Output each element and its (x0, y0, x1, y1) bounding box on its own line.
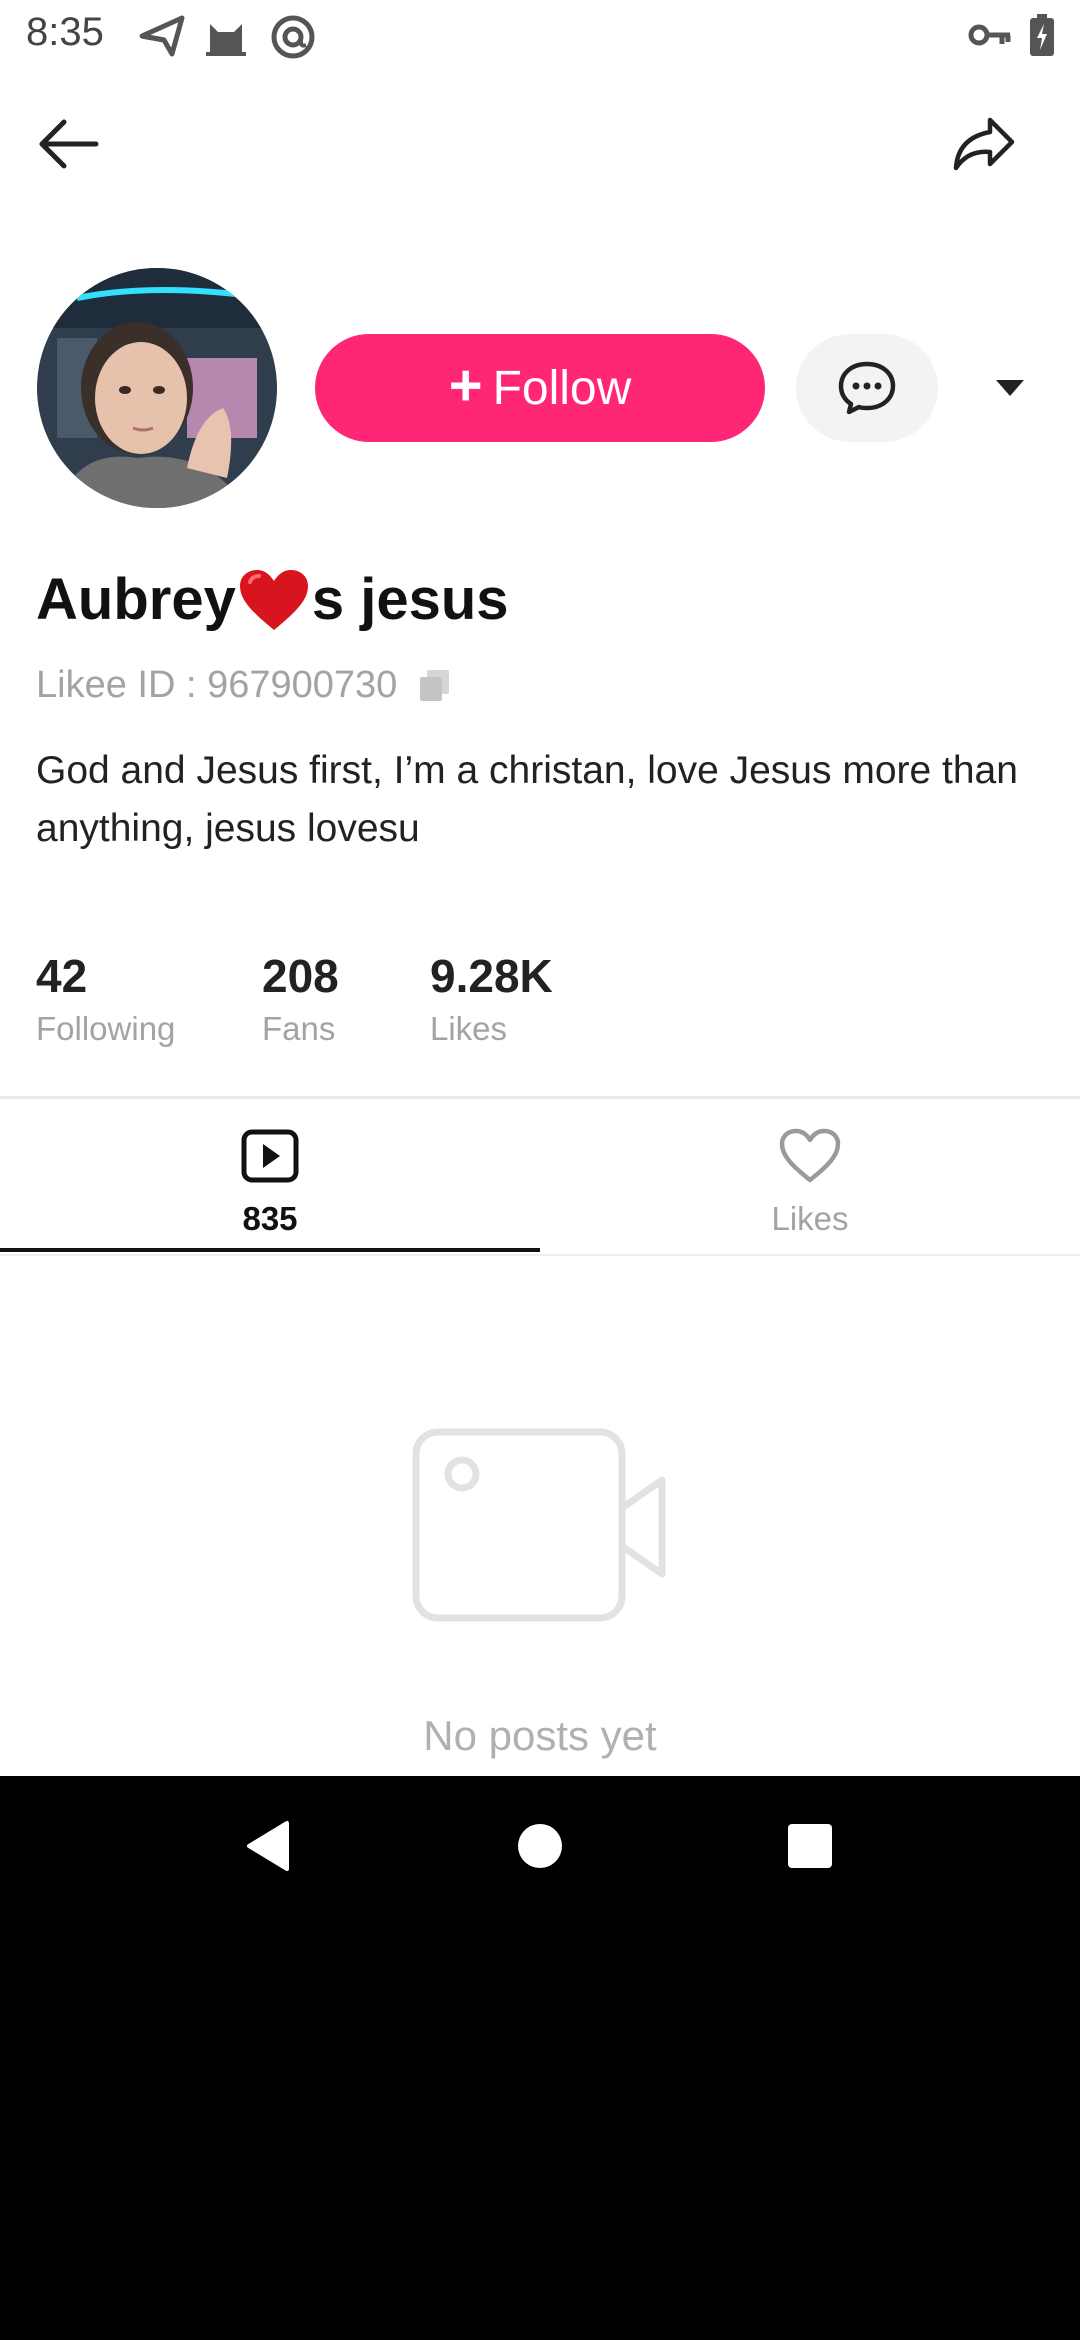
system-nav-bar (0, 1776, 1080, 1916)
tab-likes[interactable]: Likes (540, 1100, 1080, 1252)
profile-name-part2: s jesus (311, 567, 509, 632)
stat-fans[interactable]: 208 Fans (262, 948, 339, 1048)
caret-down-icon (996, 380, 1024, 396)
tab-likes-label: Likes (771, 1200, 849, 1237)
stat-label: Following (36, 1010, 176, 1047)
stat-label: Likes (430, 1010, 508, 1047)
avatar[interactable] (37, 268, 277, 508)
back-triangle-icon (247, 1821, 289, 1871)
stat-label: Fans (262, 1010, 336, 1047)
video-camera-icon (412, 1428, 666, 1622)
likee-id-text: Likee ID : 967900730 (36, 664, 398, 706)
section-divider (0, 1096, 1080, 1099)
status-time: 8:35 (26, 10, 104, 54)
profile-screen: 8:35 + Follow Aubrey s jesus Likee ID: … (0, 0, 1080, 1776)
home-circle-icon (518, 1824, 562, 1868)
tab-videos[interactable]: 835 (0, 1100, 540, 1252)
status-bar: 8:35 (0, 0, 1080, 72)
message-button[interactable] (796, 334, 938, 442)
heart-outline-icon (779, 1128, 841, 1183)
stat-value: 42 (36, 950, 88, 1002)
share-arrow-icon (953, 117, 1015, 171)
cat-icon (204, 14, 248, 63)
battery-charging-icon (1030, 14, 1054, 61)
nav-back-button[interactable] (228, 1806, 308, 1886)
arrow-left-icon (39, 119, 99, 169)
tabs-divider (0, 1254, 1080, 1256)
stat-likes[interactable]: 9.28K Likes (430, 948, 553, 1048)
video-play-icon (241, 1129, 299, 1183)
profile-bio: God and Jesus first, I’m a christan, lov… (36, 749, 1018, 850)
red-heart-emoji (238, 568, 310, 632)
at-sign-icon (270, 14, 316, 65)
send-icon (138, 14, 186, 63)
nav-recents-button[interactable] (770, 1806, 850, 1886)
more-dropdown-button[interactable] (980, 350, 1040, 426)
stat-following[interactable]: 42 Following (36, 948, 175, 1048)
stat-value: 9.28K (430, 950, 553, 1002)
tab-videos-label: 835 (242, 1200, 298, 1237)
stat-value: 208 (262, 950, 339, 1002)
plus-icon: + (448, 353, 483, 418)
likee-id-row: Likee ID : 967900730 (36, 664, 453, 707)
share-button[interactable] (944, 104, 1024, 184)
copy-icon[interactable] (417, 668, 453, 704)
back-button[interactable] (28, 104, 108, 184)
active-tab-indicator (0, 1248, 540, 1252)
follow-label: Follow (492, 361, 632, 415)
chat-bubble-icon (838, 361, 896, 415)
recents-square-icon (788, 1824, 832, 1868)
profile-name-part1: Aubrey (36, 567, 236, 632)
empty-state-text: No posts yet (423, 1712, 657, 1759)
follow-button[interactable]: + Follow (315, 334, 765, 442)
profile-name: Aubrey s jesus (36, 566, 509, 633)
nav-home-button[interactable] (500, 1806, 580, 1886)
key-icon (968, 20, 1012, 55)
